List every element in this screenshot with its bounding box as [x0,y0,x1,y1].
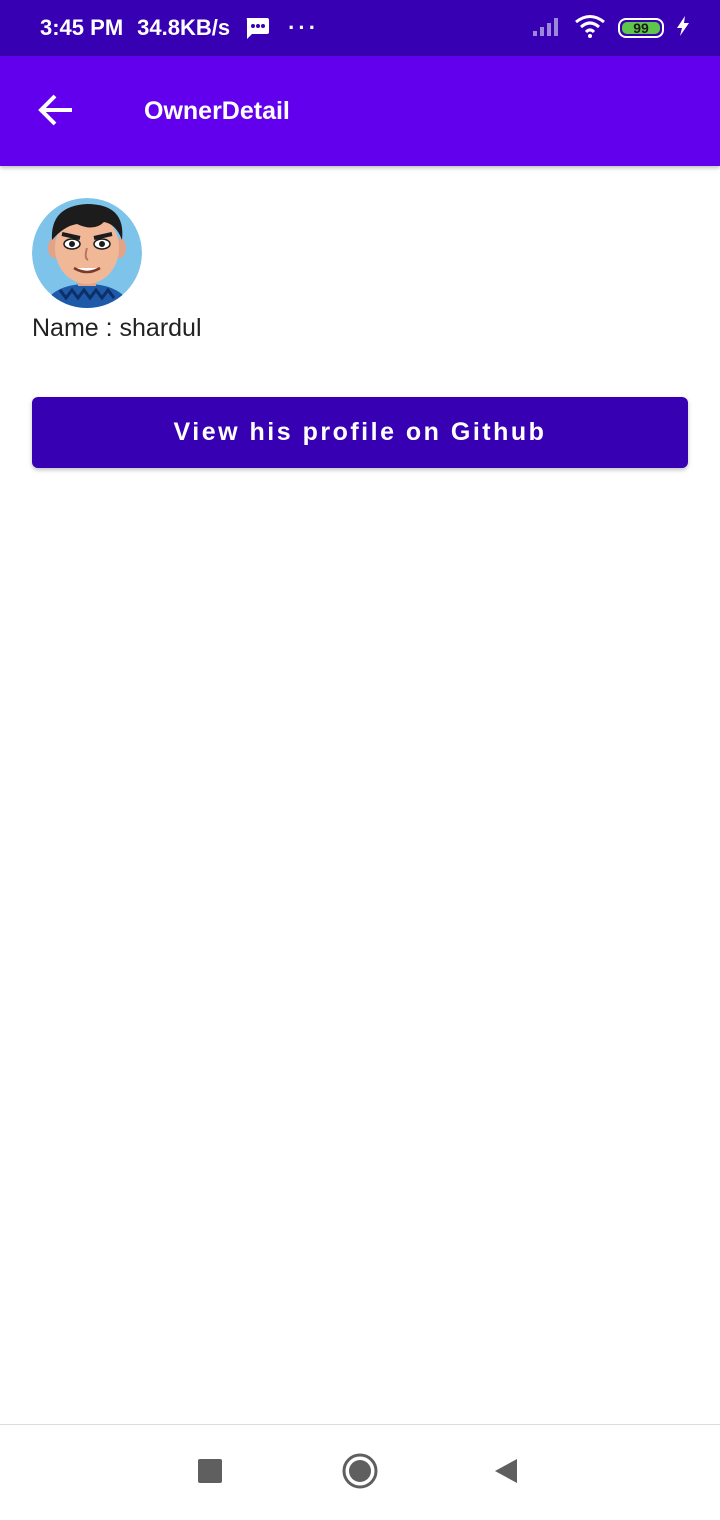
avatar-image [32,198,142,308]
system-navigation-bar [0,1424,720,1520]
charging-icon [676,15,690,42]
home-icon [341,1452,379,1495]
status-bar: 3:45 PM 34.8KB/s ··· 99 [0,0,720,56]
wifi-icon [574,14,606,43]
nav-back-button[interactable] [466,1425,546,1520]
status-right-group: 99 [532,0,690,56]
recents-button[interactable] [170,1425,250,1520]
owner-detail-screen: 3:45 PM 34.8KB/s ··· 99 OwnerDetail Name… [0,0,720,1520]
back-icon [493,1457,519,1490]
battery-icon: 99 [618,18,664,38]
app-bar: OwnerDetail [0,56,720,166]
status-left-group: 3:45 PM 34.8KB/s ··· [40,0,319,56]
avatar [32,198,142,308]
home-button[interactable] [320,1425,400,1520]
owner-name-label: Name : shardul [32,314,202,342]
message-icon [244,16,270,40]
battery-level: 99 [633,20,649,36]
network-speed: 34.8KB/s [137,15,231,40]
back-button[interactable] [28,84,84,140]
page-title: OwnerDetail [144,96,290,125]
arrow-back-icon [38,94,74,131]
signal-icon [532,15,562,42]
view-github-profile-button[interactable]: View his profile on Github [32,397,688,468]
recents-icon [197,1458,223,1489]
more-notifications-icon: ··· [288,15,320,40]
status-time: 3:45 PM [40,15,124,40]
